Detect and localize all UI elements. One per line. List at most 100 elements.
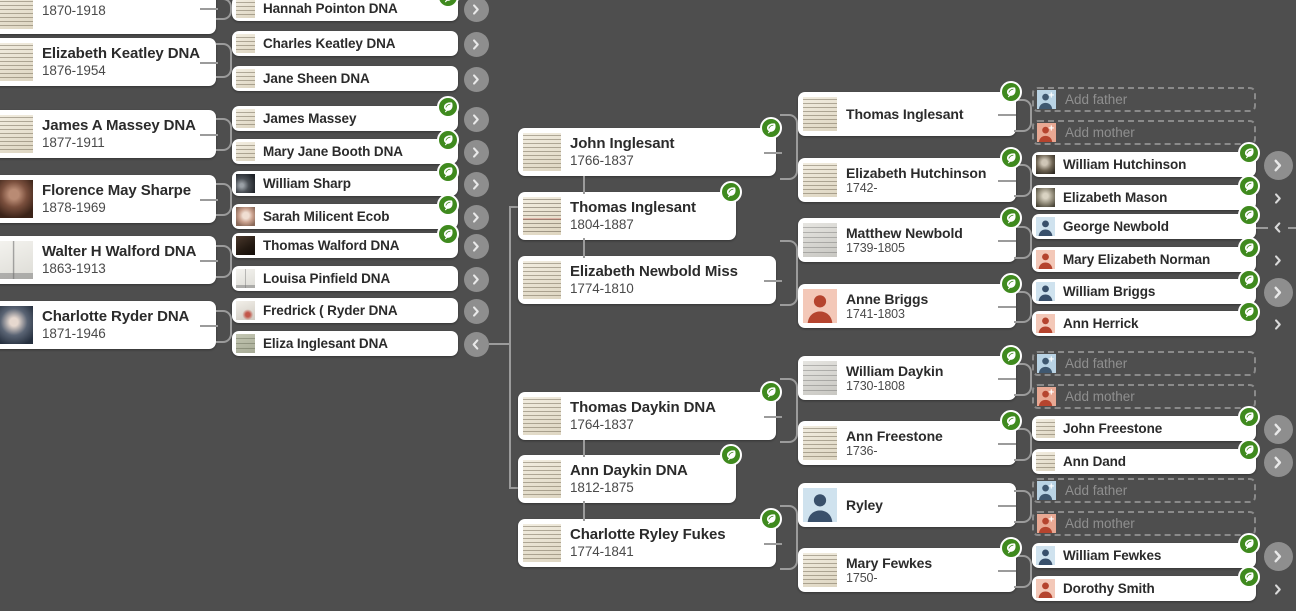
person-card-col5[interactable]: William Briggs bbox=[1032, 279, 1256, 304]
expand-left-chevron-icon[interactable] bbox=[464, 332, 489, 357]
dna-hint-leaf-icon[interactable] bbox=[437, 223, 459, 245]
expand-right-chevron-icon[interactable] bbox=[1266, 577, 1291, 602]
expand-left-chevron-icon[interactable] bbox=[1266, 215, 1291, 240]
dna-hint-leaf-icon[interactable] bbox=[1000, 207, 1022, 229]
person-card-col1[interactable]: Florence May Sharpe 1878-1969 bbox=[0, 175, 216, 223]
person-thumbnail bbox=[236, 174, 255, 193]
expand-right-chevron-icon[interactable] bbox=[1264, 542, 1293, 571]
person-card-col3[interactable]: Elizabeth Newbold Miss 1774-1810 bbox=[518, 256, 776, 304]
person-card-col4[interactable]: Thomas Inglesant bbox=[798, 92, 1016, 136]
person-card-col5[interactable]: Ann Herrick bbox=[1032, 311, 1256, 336]
expand-right-chevron-icon[interactable] bbox=[1264, 278, 1293, 307]
person-card-col4[interactable]: William Daykin 1730-1808 bbox=[798, 356, 1016, 400]
add-mother-button[interactable]: Add mother bbox=[1032, 511, 1256, 536]
person-card-col4[interactable]: Anne Briggs 1741-1803 bbox=[798, 284, 1016, 328]
person-card-col1[interactable]: James A Massey DNA 1877-1911 bbox=[0, 110, 216, 158]
person-card-col2[interactable]: Charles Keatley DNA bbox=[232, 31, 458, 56]
add-mother-button[interactable]: Add mother bbox=[1032, 120, 1256, 145]
expand-right-chevron-icon[interactable] bbox=[1266, 248, 1291, 273]
dna-hint-leaf-icon[interactable] bbox=[1238, 142, 1260, 164]
dna-hint-leaf-icon[interactable] bbox=[1238, 204, 1260, 226]
person-card-col5[interactable]: William Fewkes bbox=[1032, 543, 1256, 568]
dna-hint-leaf-icon[interactable] bbox=[1000, 410, 1022, 432]
person-card-col3[interactable]: Ann Daykin DNA 1812-1875 bbox=[518, 455, 736, 503]
expand-right-chevron-icon[interactable] bbox=[464, 205, 489, 230]
add-father-button[interactable]: Add father bbox=[1032, 87, 1256, 112]
add-father-button[interactable]: Add father bbox=[1032, 351, 1256, 376]
person-card-col5[interactable]: John Freestone bbox=[1032, 416, 1256, 441]
dna-hint-leaf-icon[interactable] bbox=[1000, 147, 1022, 169]
dna-hint-leaf-icon[interactable] bbox=[1238, 175, 1260, 197]
expand-right-chevron-icon[interactable] bbox=[464, 107, 489, 132]
person-card-col4[interactable]: Mary Fewkes 1750- bbox=[798, 548, 1016, 592]
dna-hint-leaf-icon[interactable] bbox=[437, 129, 459, 151]
person-card-col2[interactable]: Thomas Walford DNA bbox=[232, 233, 458, 258]
person-card-col1[interactable]: 1870-1918 bbox=[0, 0, 216, 34]
person-card-col4[interactable]: Matthew Newbold 1739-1805 bbox=[798, 218, 1016, 262]
person-card-col5[interactable]: George Newbold bbox=[1032, 214, 1256, 239]
dna-hint-leaf-icon[interactable] bbox=[437, 161, 459, 183]
person-card-col2[interactable]: Mary Jane Booth DNA bbox=[232, 139, 458, 164]
person-card-col5[interactable]: Ann Dand bbox=[1032, 449, 1256, 474]
dna-hint-leaf-icon[interactable] bbox=[1000, 273, 1022, 295]
expand-right-chevron-icon[interactable] bbox=[464, 172, 489, 197]
dna-hint-leaf-icon[interactable] bbox=[1000, 345, 1022, 367]
person-card-col2[interactable]: Louisa Pinfield DNA bbox=[232, 266, 458, 291]
expand-right-chevron-icon[interactable] bbox=[464, 299, 489, 324]
expand-right-chevron-icon[interactable] bbox=[464, 0, 489, 22]
dna-hint-leaf-icon[interactable] bbox=[760, 381, 782, 403]
person-card-col4[interactable]: Ryley bbox=[798, 483, 1016, 527]
dna-hint-leaf-icon[interactable] bbox=[760, 508, 782, 530]
dna-hint-leaf-icon[interactable] bbox=[760, 117, 782, 139]
dna-hint-leaf-icon[interactable] bbox=[1000, 537, 1022, 559]
dna-hint-leaf-icon[interactable] bbox=[720, 181, 742, 203]
person-card-col1[interactable]: Elizabeth Keatley DNA 1876-1954 bbox=[0, 38, 216, 86]
add-mother-button[interactable]: Add mother bbox=[1032, 384, 1256, 409]
expand-right-chevron-icon[interactable] bbox=[1266, 312, 1291, 337]
person-card-col2[interactable]: Eliza Inglesant DNA bbox=[232, 331, 458, 356]
expand-right-chevron-icon[interactable] bbox=[1264, 151, 1293, 180]
dna-hint-leaf-icon[interactable] bbox=[1238, 406, 1260, 428]
expand-right-chevron-icon[interactable] bbox=[1264, 415, 1293, 444]
person-card-col5[interactable]: Elizabeth Mason bbox=[1032, 185, 1256, 210]
person-card-col5[interactable]: Mary Elizabeth Norman bbox=[1032, 247, 1256, 272]
person-card-col5[interactable]: William Hutchinson bbox=[1032, 152, 1256, 177]
expand-right-chevron-icon[interactable] bbox=[464, 267, 489, 292]
dna-hint-leaf-icon[interactable] bbox=[437, 194, 459, 216]
dna-hint-leaf-icon[interactable] bbox=[1238, 439, 1260, 461]
person-card-col5[interactable]: Dorothy Smith bbox=[1032, 576, 1256, 601]
expand-right-chevron-icon[interactable] bbox=[1264, 448, 1293, 477]
person-card-col4[interactable]: Ann Freestone 1736- bbox=[798, 421, 1016, 465]
family-tree-canvas[interactable]: 1870-1918 Elizabeth Keatley DNA 1876-1954 J… bbox=[0, 0, 1296, 611]
expand-right-chevron-icon[interactable] bbox=[464, 32, 489, 57]
person-card-col1[interactable]: Walter H Walford DNA 1863-1913 bbox=[0, 236, 216, 284]
person-text: John Inglesant 1766-1837 bbox=[561, 135, 776, 169]
expand-right-chevron-icon[interactable] bbox=[464, 140, 489, 165]
person-card-col1[interactable]: Charlotte Ryder DNA 1871-1946 bbox=[0, 301, 216, 349]
add-father-button[interactable]: Add father bbox=[1032, 478, 1256, 503]
person-card-col2[interactable]: Jane Sheen DNA bbox=[232, 66, 458, 91]
person-card-col3[interactable]: Thomas Inglesant 1804-1887 bbox=[518, 192, 736, 240]
expand-right-chevron-icon[interactable] bbox=[1266, 186, 1291, 211]
dna-hint-leaf-icon[interactable] bbox=[1238, 301, 1260, 323]
expand-right-chevron-icon[interactable] bbox=[464, 67, 489, 92]
person-card-col3[interactable]: John Inglesant 1766-1837 bbox=[518, 128, 776, 176]
person-card-col4[interactable]: Elizabeth Hutchinson 1742- bbox=[798, 158, 1016, 202]
dna-hint-leaf-icon[interactable] bbox=[720, 444, 742, 466]
person-card-col2[interactable]: Sarah Milicent Ecob bbox=[232, 204, 458, 229]
person-card-col2[interactable]: Fredrick ( Ryder DNA bbox=[232, 298, 458, 323]
dna-hint-leaf-icon[interactable] bbox=[1238, 533, 1260, 555]
person-card-col2[interactable]: James Massey bbox=[232, 106, 458, 131]
person-card-col3[interactable]: Thomas Daykin DNA 1764-1837 bbox=[518, 392, 776, 440]
person-card-col2[interactable]: Hannah Pointon DNA bbox=[232, 0, 458, 21]
person-card-col3[interactable]: Charlotte Ryley Fukes 1774-1841 bbox=[518, 519, 776, 567]
person-thumbnail bbox=[236, 301, 255, 320]
person-thumbnail bbox=[1036, 282, 1055, 301]
dna-hint-leaf-icon[interactable] bbox=[1238, 566, 1260, 588]
dna-hint-leaf-icon[interactable] bbox=[1238, 237, 1260, 259]
expand-right-chevron-icon[interactable] bbox=[464, 234, 489, 259]
dna-hint-leaf-icon[interactable] bbox=[1000, 81, 1022, 103]
person-card-col2[interactable]: William Sharp bbox=[232, 171, 458, 196]
dna-hint-leaf-icon[interactable] bbox=[437, 96, 459, 118]
dna-hint-leaf-icon[interactable] bbox=[1238, 269, 1260, 291]
